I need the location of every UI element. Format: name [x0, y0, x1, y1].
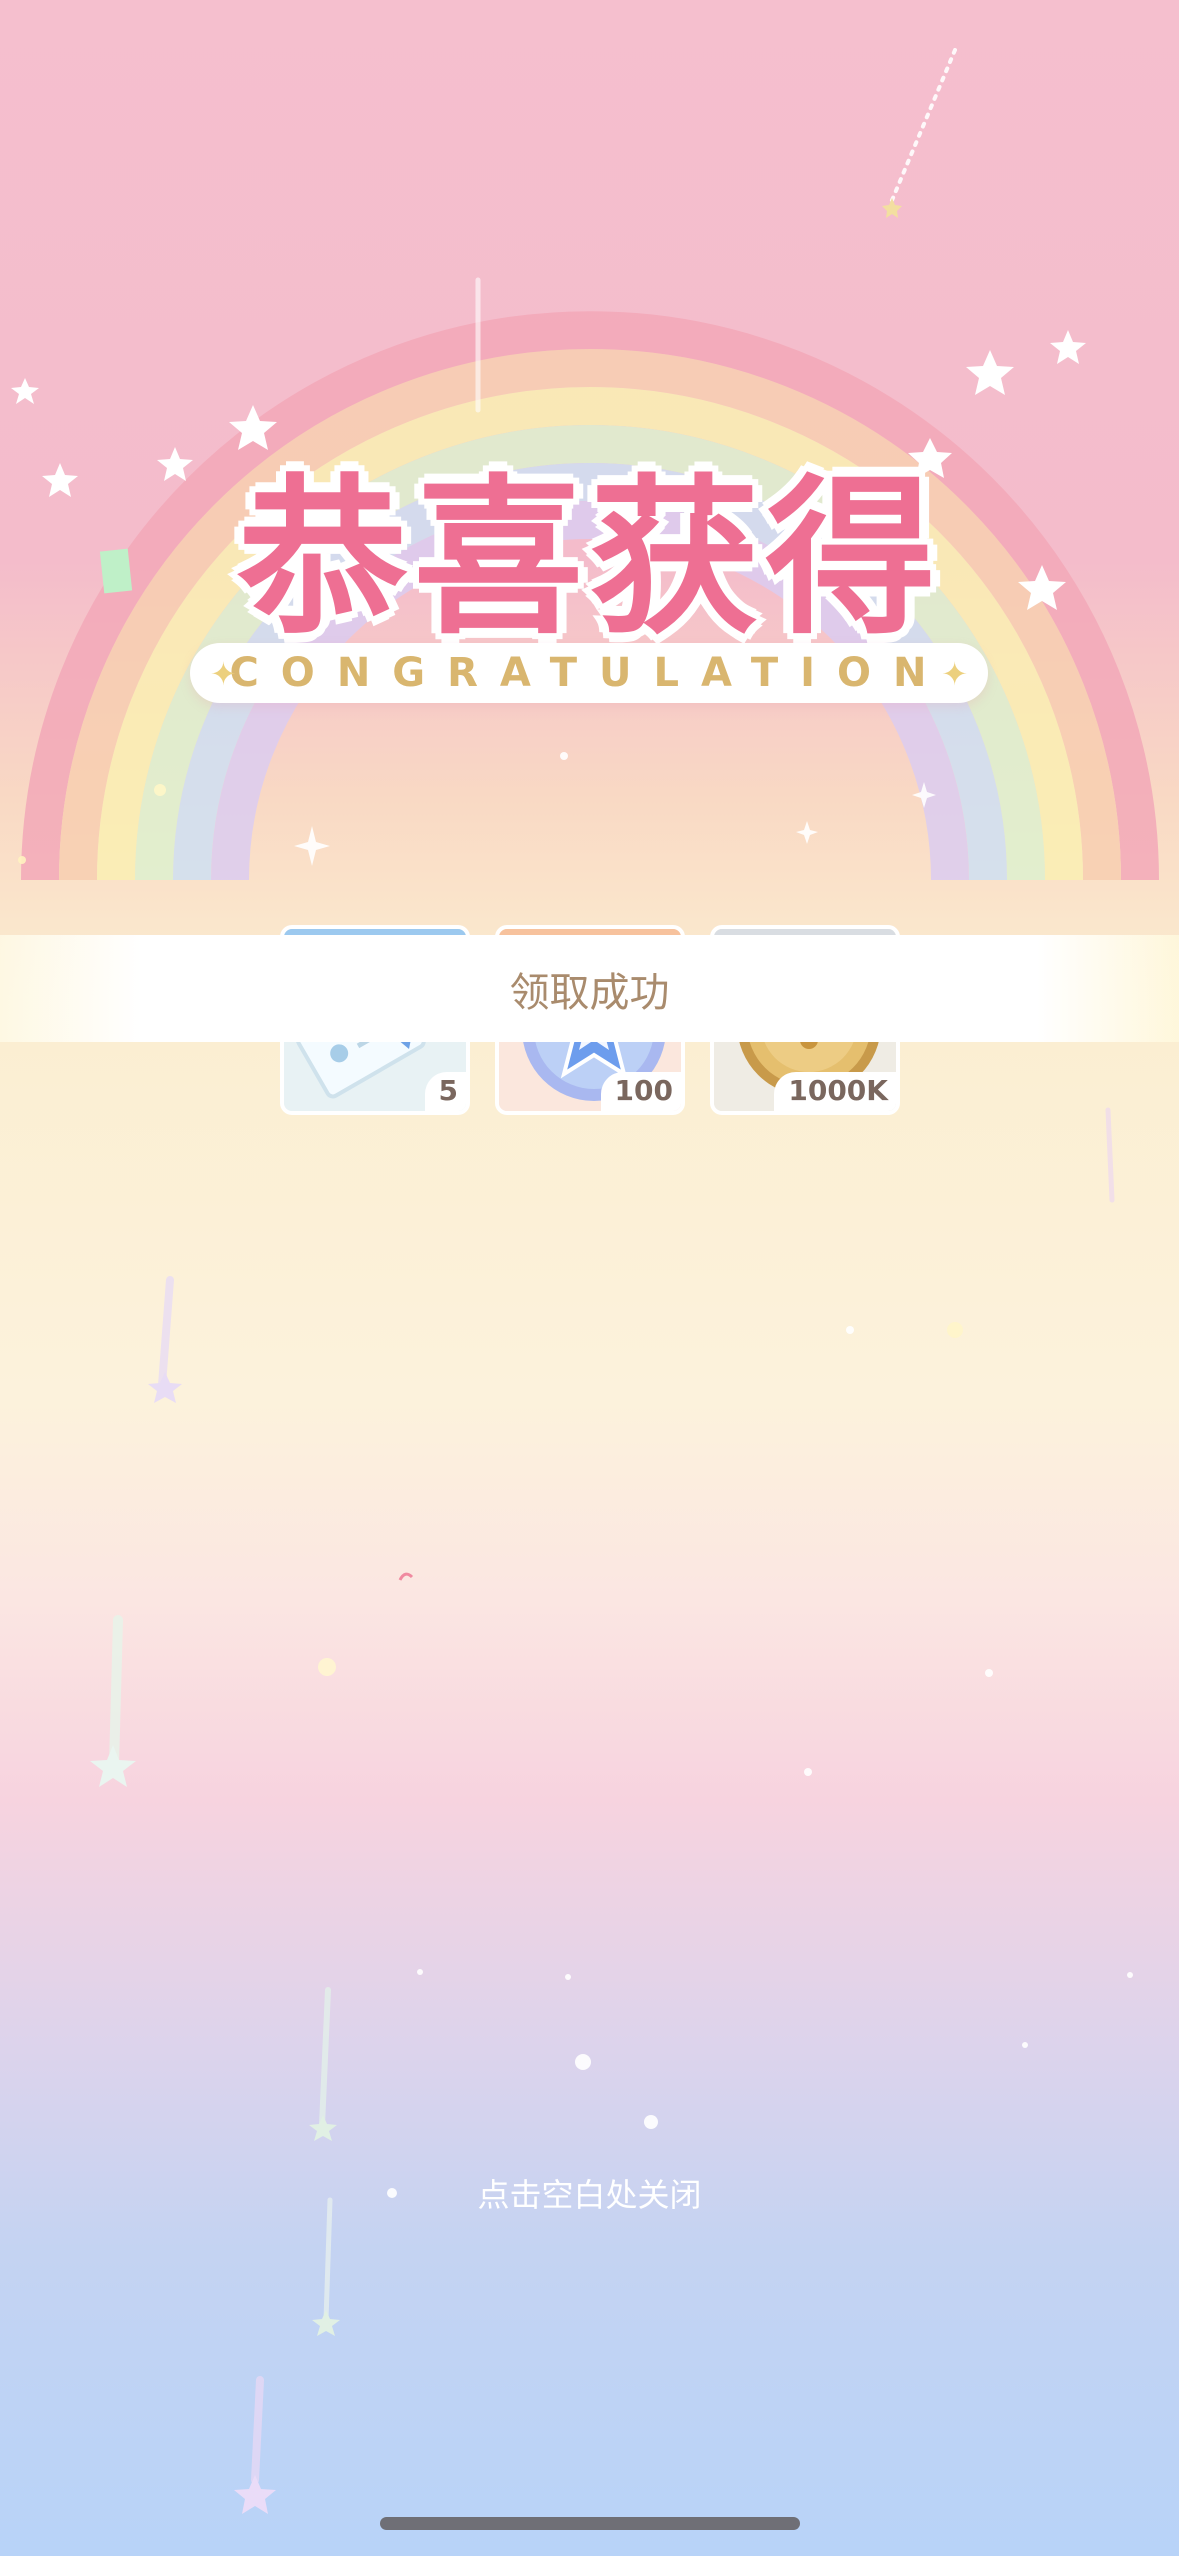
- reward-count: 100: [600, 1072, 681, 1111]
- congratulation-subtitle: ✦ CONGRATULATION ✦: [190, 643, 988, 703]
- banner-text: 领取成功: [509, 969, 670, 1016]
- subtitle-text: CONGRATULATION: [229, 650, 949, 696]
- reward-count: 5: [424, 1072, 466, 1111]
- home-indicator[interactable]: [380, 2517, 800, 2530]
- sparkle-icon: ✦: [941, 655, 968, 693]
- reward-count: 1000K: [774, 1072, 896, 1111]
- tap-to-close-hint[interactable]: 点击空白处关闭: [0, 2170, 1179, 2216]
- claim-success-banner: 领取成功: [0, 935, 1179, 1042]
- sparkle-icon: ✦: [210, 655, 237, 693]
- page-title: 恭喜获得: [237, 460, 942, 658]
